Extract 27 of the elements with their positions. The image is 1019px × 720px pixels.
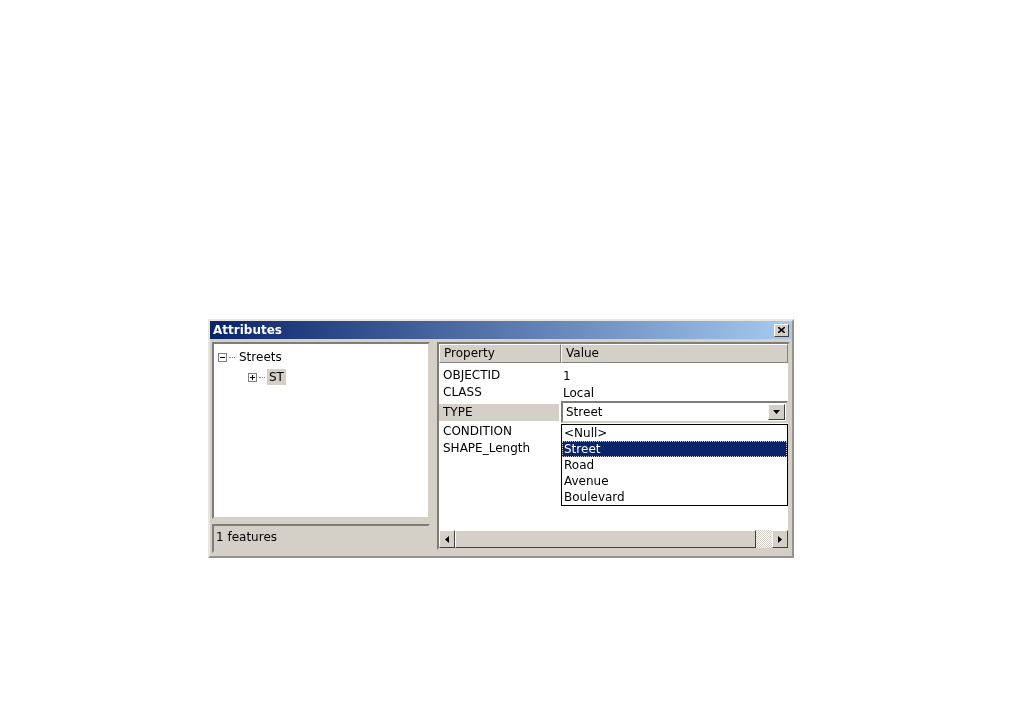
property-name[interactable]: CONDITION — [439, 423, 559, 440]
property-value: 1 — [562, 368, 572, 383]
dropdown-field[interactable]: Street — [561, 401, 788, 423]
property-name[interactable]: TYPE — [439, 403, 559, 421]
close-icon — [778, 327, 785, 333]
tree-item[interactable]: Streets — [237, 349, 284, 365]
dropdown-option[interactable]: Road — [562, 457, 787, 473]
plus-box-icon[interactable] — [248, 372, 257, 382]
scroll-track[interactable] — [756, 530, 772, 548]
property-name[interactable]: CLASS — [439, 384, 559, 401]
window-title: Attributes — [213, 323, 283, 337]
column-header[interactable]: Property — [439, 344, 561, 363]
property-value: Local — [562, 385, 596, 400]
close-button[interactable] — [774, 323, 789, 337]
dropdown-option[interactable]: <Null> — [562, 425, 787, 441]
caret-icon[interactable] — [773, 410, 780, 414]
dropdown-option[interactable]: Avenue — [562, 473, 787, 489]
property-name[interactable]: SHAPE_Length — [439, 440, 559, 457]
property-name[interactable]: OBJECTID — [439, 367, 559, 384]
right-arrow-icon[interactable] — [778, 535, 782, 543]
dropdown-option[interactable]: Street — [562, 441, 787, 457]
dropdown-option[interactable]: Boulevard — [562, 489, 787, 505]
left-arrow-icon[interactable] — [445, 535, 449, 543]
minus-box-icon[interactable] — [218, 352, 227, 362]
column-header[interactable]: Value — [561, 344, 788, 363]
tree-item[interactable]: ST — [267, 369, 286, 385]
status-text: 1 features — [212, 524, 430, 553]
